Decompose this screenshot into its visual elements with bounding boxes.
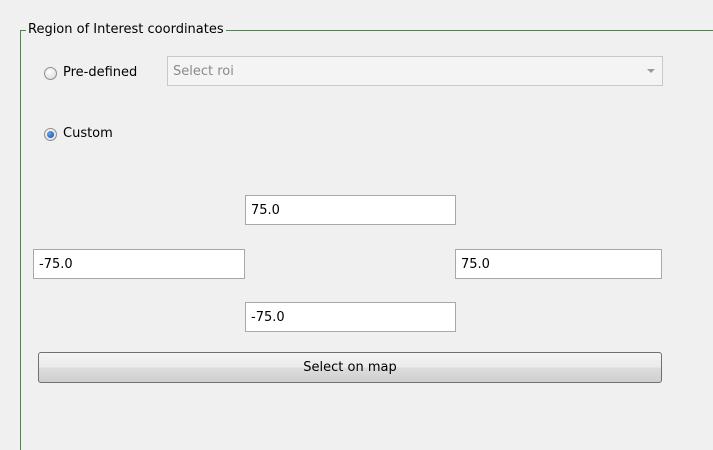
groupbox-title: Region of Interest coordinates [26, 21, 226, 39]
predefined-radio-indicator[interactable] [44, 66, 57, 80]
custom-radio-label: Custom [63, 126, 113, 141]
roi-select-combo[interactable]: Select roi [167, 56, 663, 86]
south-coordinate-input[interactable] [245, 302, 456, 332]
custom-radio[interactable]: Custom [44, 126, 113, 142]
custom-radio-indicator[interactable] [44, 127, 57, 141]
north-coordinate-input[interactable] [245, 195, 456, 225]
roi-select-value: Select roi [173, 63, 234, 79]
predefined-radio[interactable]: Pre-defined [44, 65, 137, 81]
chevron-down-icon[interactable] [640, 68, 662, 74]
east-coordinate-input[interactable] [455, 249, 662, 279]
west-coordinate-input[interactable] [33, 249, 245, 279]
roi-groupbox [20, 30, 713, 450]
predefined-radio-label: Pre-defined [63, 65, 138, 80]
select-on-map-button[interactable]: Select on map [38, 352, 662, 383]
